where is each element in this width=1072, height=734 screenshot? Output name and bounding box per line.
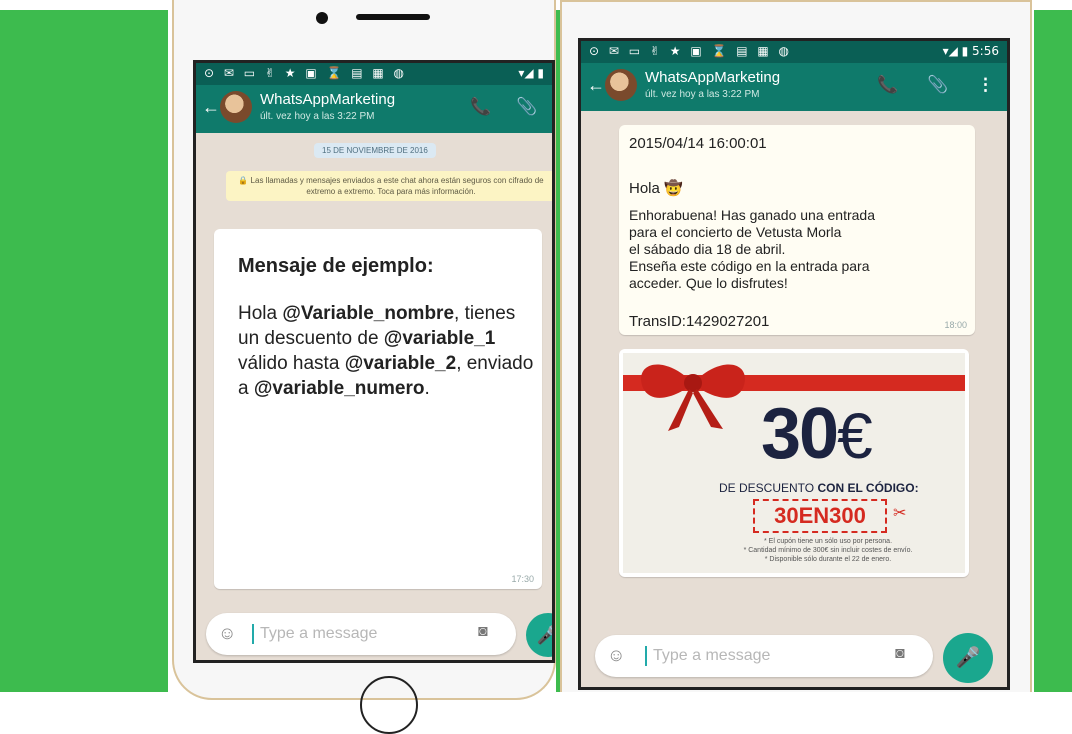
message-text: Hola	[238, 303, 283, 324]
text-cursor	[252, 624, 254, 644]
chat-header: ← WhatsAppMarketing últ. vez hoy a las 3…	[581, 63, 1007, 111]
coupon-code: 30EN300	[753, 499, 887, 533]
paperclip-icon[interactable]: 📎	[927, 75, 948, 95]
earpiece-dot	[316, 12, 328, 24]
bow-icon	[641, 364, 745, 431]
message-input[interactable]: Type a message	[653, 647, 770, 665]
message-time: 18:00	[944, 320, 967, 330]
variable-2: @variable_2	[344, 353, 457, 374]
phone-icon[interactable]: 📞	[470, 97, 491, 117]
message-heading: Mensaje de ejemplo:	[238, 255, 434, 277]
right-phone-screen: ⊙ ✉ ▭ ✌ ★ ▣ ⌛ ▤ ▦ ◍ ▾◢ ▮ 5:56 ← WhatsApp…	[578, 38, 1010, 690]
fine-line: * Disponible sólo durante el 22 de enero…	[764, 556, 892, 563]
greeting: Hola 🤠	[629, 179, 683, 197]
camera-icon[interactable]: ◙	[478, 623, 488, 641]
message-time: 17:30	[511, 574, 534, 584]
message-line: Enhorabuena! Has ganado una entrada	[629, 207, 875, 223]
message-timestamp: 2015/04/14 16:00:01	[629, 135, 767, 152]
message-input-bar[interactable]: ☺ Type a message ◙	[206, 613, 516, 655]
chat-header: ← WhatsAppMarketing últ. vez hoy a las 3…	[196, 85, 552, 133]
last-seen: últ. vez hoy a las 3:22 PM	[260, 111, 375, 122]
face-icon: 🤠	[664, 180, 683, 197]
arrow-left-icon[interactable]: ←	[202, 97, 220, 118]
caption-a: DE DESCUENTO	[719, 481, 818, 495]
coupon-image: 30€ DE DESCUENTO CON EL CÓDIGO: 30EN300 …	[623, 353, 965, 573]
left-phone-screen: ⊙ ✉ ▭ ✌ ★ ▣ ⌛ ▤ ▦ ◍ ▾◢ ▮ ← WhatsAppMarke…	[193, 60, 555, 663]
message-bubble: 2015/04/14 16:00:01 Hola 🤠 Enhorabuena! …	[619, 125, 975, 335]
discount-caption: DE DESCUENTO CON EL CÓDIGO:	[719, 481, 919, 495]
discount-amount: 30€	[761, 393, 873, 475]
fine-line: * Cantidad mínimo de 300€ sin incluir co…	[743, 547, 913, 554]
greeting-text: Hola	[629, 180, 660, 197]
more-vert-icon[interactable]: ⋮	[977, 75, 994, 95]
message-bubble: Mensaje de ejemplo: Hola @Variable_nombr…	[214, 229, 542, 589]
amount-number: 30	[761, 394, 839, 474]
last-seen: últ. vez hoy a las 3:22 PM	[645, 89, 760, 100]
message-line: Enseña este código en la entrada para	[629, 258, 870, 274]
emoji-icon[interactable]: ☺	[218, 623, 236, 644]
phone-icon[interactable]: 📞	[877, 75, 898, 95]
mic-button[interactable]: 🎤	[526, 613, 552, 657]
fine-line: * El cupón tiene un sólo uso por persona…	[763, 538, 893, 545]
status-right-icons: ▾◢ ▮ 5:56	[942, 44, 999, 58]
coupon-bubble[interactable]: 30€ DE DESCUENTO CON EL CÓDIGO: 30EN300 …	[619, 349, 969, 577]
encryption-notice[interactable]: 🔒 Las llamadas y mensajes enviados a est…	[226, 171, 552, 201]
date-pill: 15 DE NOVIEMBRE DE 2016	[314, 143, 436, 158]
green-background-left	[0, 10, 168, 692]
message-body: Enhorabuena! Has ganado una entrada para…	[629, 207, 875, 292]
message-body: Hola @Variable_nombre, tienes un descuen…	[238, 301, 538, 401]
arrow-left-icon[interactable]: ←	[587, 75, 605, 96]
emoji-icon[interactable]: ☺	[607, 645, 625, 666]
avatar[interactable]	[220, 91, 252, 123]
camera-icon[interactable]: ◙	[895, 645, 905, 663]
status-icons: ⊙ ✉ ▭ ✌ ★ ▣ ⌛ ▤ ▦ ◍	[204, 66, 408, 80]
paperclip-icon[interactable]: 📎	[516, 97, 537, 117]
message-line: acceder. Que lo disfrutes!	[629, 275, 788, 291]
variable-1: @variable_1	[383, 328, 496, 349]
scissors-icon: ✂	[893, 505, 907, 522]
caption-b: CON EL CÓDIGO:	[817, 481, 919, 495]
earpiece-slot	[356, 14, 430, 20]
avatar[interactable]	[605, 69, 637, 101]
contact-name[interactable]: WhatsAppMarketing	[260, 91, 395, 108]
mic-button[interactable]: 🎤	[943, 633, 993, 683]
trans-id: TransID:1429027201	[629, 313, 770, 330]
home-button[interactable]	[360, 676, 418, 734]
status-bar: ⊙ ✉ ▭ ✌ ★ ▣ ⌛ ▤ ▦ ◍ ▾◢ ▮	[196, 63, 552, 85]
message-input[interactable]: Type a message	[260, 625, 377, 643]
message-text: .	[424, 378, 430, 399]
status-icons: ⊙ ✉ ▭ ✌ ★ ▣ ⌛ ▤ ▦ ◍	[589, 44, 793, 58]
green-background-right	[1034, 10, 1072, 692]
currency-symbol: €	[837, 400, 873, 472]
message-text: válido hasta	[238, 353, 345, 374]
message-line: el sábado dia 18 de abril.	[629, 241, 786, 257]
text-cursor	[645, 646, 647, 666]
variable-nombre: @Variable_nombre	[282, 303, 455, 324]
contact-name[interactable]: WhatsAppMarketing	[645, 69, 780, 86]
fine-print: * El cupón tiene un sólo uso por persona…	[703, 537, 953, 564]
variable-numero: @variable_numero	[253, 378, 425, 399]
status-right-icons: ▾◢ ▮	[518, 66, 544, 80]
message-input-bar[interactable]: ☺ Type a message ◙	[595, 635, 933, 677]
message-line: para el concierto de Vetusta Morla	[629, 224, 842, 240]
status-bar: ⊙ ✉ ▭ ✌ ★ ▣ ⌛ ▤ ▦ ◍ ▾◢ ▮ 5:56	[581, 41, 1007, 63]
